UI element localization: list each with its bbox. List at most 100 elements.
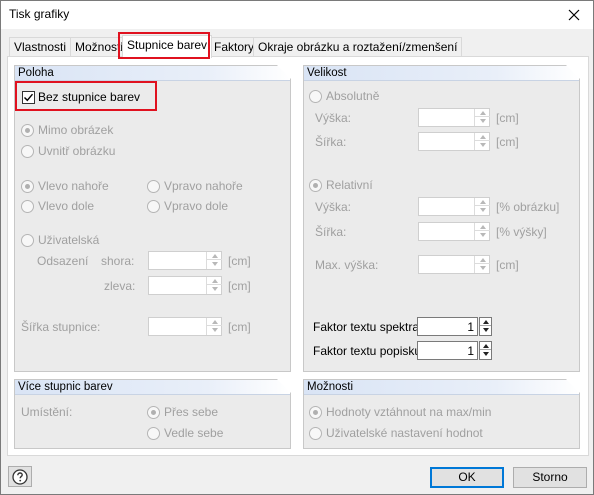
label-absolutne: Absolutně [326, 89, 380, 103]
scale-width-input[interactable] [148, 317, 222, 336]
radio-vlevo-nahore[interactable] [21, 180, 34, 193]
unit-pct-obrazku: [% obrázku] [496, 200, 560, 214]
label-sirka-stupnice: Šířka stupnice: [21, 320, 101, 334]
label-vlevo-nahore: Vlevo nahoře [38, 179, 109, 193]
ok-button[interactable]: OK [430, 467, 504, 488]
offset-top-spinner[interactable] [206, 252, 222, 269]
label-zleva: zleva: [104, 279, 136, 293]
label-mimo-obrazek: Mimo obrázek [38, 123, 114, 137]
radio-uzivatelska[interactable] [21, 234, 34, 247]
arrow-up-icon [479, 134, 486, 139]
label-vlevo-dole: Vlevo dole [38, 199, 95, 213]
radio-uvnitr-obrazku[interactable] [21, 145, 34, 158]
unit-max-vyska: [cm] [496, 258, 519, 272]
group-title: Možnosti [307, 381, 354, 393]
arrow-up-icon [479, 110, 486, 115]
radio-vpravo-nahore[interactable] [147, 180, 160, 193]
label-uvnitr-obrazku: Uvnitř obrázku [38, 144, 116, 158]
label-vpravo-dole: Vpravo dole [164, 199, 229, 213]
offset-left-input[interactable] [148, 276, 222, 295]
radio-mimo-obrazek[interactable] [21, 124, 34, 137]
no-color-scale-checkbox[interactable] [22, 91, 35, 104]
label-sirka-rel: Šířka: [315, 225, 347, 239]
label-faktor-spektra: Faktor textu spektra: [313, 320, 423, 334]
checkmark-icon [24, 93, 34, 102]
tab-okraje[interactable]: Okraje obrázku a roztažení/zmenšení [253, 37, 463, 57]
group-title: Poloha [18, 67, 54, 79]
spectrum-text-factor-input[interactable]: 1 [417, 317, 478, 336]
max-height-spinner[interactable] [474, 256, 490, 273]
tab-panel: Poloha Bez stupnice barev Mimo obrázek U… [7, 56, 589, 456]
label-sirka-abs: Šířka: [315, 135, 347, 149]
offset-left-spinner[interactable] [206, 277, 222, 294]
group-velikost: Velikost Absolutně Výška: [cm] Šířka: [c… [303, 65, 580, 372]
arrow-up-icon [482, 319, 489, 324]
label-vyska-abs: Výška: [315, 111, 352, 125]
group-poloha: Poloha Bez stupnice barev Mimo obrázek U… [14, 65, 291, 372]
arrow-down-icon [479, 119, 486, 123]
arrow-up-icon [211, 253, 218, 258]
arrow-down-icon [211, 328, 218, 332]
spectrum-text-factor-spinner[interactable] [479, 317, 492, 336]
label-odsazeni: Odsazení [37, 254, 89, 268]
max-height-input[interactable] [418, 255, 490, 274]
scale-width-spinner[interactable] [206, 318, 222, 335]
group-moznosti: Možnosti Hodnoty vztáhnout na max/min Už… [303, 379, 580, 449]
label-max-vyska: Max. výška: [315, 258, 379, 272]
arrow-down-icon [479, 233, 486, 237]
label-max-min: Hodnoty vztáhnout na max/min [326, 405, 492, 419]
rel-height-spinner[interactable] [474, 198, 490, 215]
radio-uziv-nastaveni[interactable] [309, 427, 322, 440]
group-vice-stupnic: Více stupnic barev Umístění: Přes sebe V… [14, 379, 291, 449]
spectrum-text-factor-value: 1 [467, 320, 474, 334]
arrow-down-icon [211, 262, 218, 266]
label-text-factor-spinner[interactable] [479, 341, 492, 360]
label-vyska-rel: Výška: [315, 200, 352, 214]
group-vice-header: Více stupnic barev [15, 379, 291, 395]
help-button[interactable] [8, 466, 32, 487]
arrow-down-icon [482, 328, 489, 332]
label-vedle-sebe: Vedle sebe [164, 426, 224, 440]
tab-strip: Vlastnosti Možnosti Stupnice barev Fakto… [7, 35, 587, 58]
dialog-footer: OK Storno [1, 459, 593, 494]
radio-max-min[interactable] [309, 406, 322, 419]
title-bar: Tisk grafiky [1, 1, 593, 29]
cancel-button[interactable]: Storno [513, 467, 587, 488]
tab-moznosti[interactable]: Možnosti [70, 37, 129, 57]
radio-vlevo-dole[interactable] [21, 200, 34, 213]
radio-absolutne[interactable] [309, 90, 322, 103]
group-velikost-header: Velikost [304, 65, 580, 81]
close-button[interactable] [559, 3, 589, 27]
arrow-up-icon [211, 319, 218, 324]
label-uzivatelska: Uživatelská [38, 233, 100, 247]
no-color-scale-label[interactable]: Bez stupnice barev [38, 90, 140, 104]
rel-width-input[interactable] [418, 222, 490, 241]
arrow-down-icon [479, 143, 486, 147]
rel-width-spinner[interactable] [474, 223, 490, 240]
radio-vedle-sebe[interactable] [147, 427, 160, 440]
abs-width-input[interactable] [418, 132, 490, 151]
tab-stupnice-barev[interactable]: Stupnice barev [122, 35, 213, 58]
rel-height-input[interactable] [418, 197, 490, 216]
unit-sirka-stupnice: [cm] [228, 320, 251, 334]
unit-sirka-abs: [cm] [496, 135, 519, 149]
label-shora: shora: [101, 254, 135, 268]
arrow-up-icon [482, 343, 489, 348]
label-text-factor-input[interactable]: 1 [417, 341, 478, 360]
radio-vpravo-dole[interactable] [147, 200, 160, 213]
arrow-down-icon [211, 287, 218, 291]
label-pres-sebe: Přes sebe [164, 405, 219, 419]
arrow-up-icon [211, 278, 218, 283]
group-poloha-header: Poloha [15, 65, 291, 81]
group-title: Velikost [307, 67, 347, 79]
abs-height-input[interactable] [418, 108, 490, 127]
abs-height-spinner[interactable] [474, 109, 490, 126]
radio-pres-sebe[interactable] [147, 406, 160, 419]
radio-relativni[interactable] [309, 179, 322, 192]
tab-vlastnosti[interactable]: Vlastnosti [9, 37, 72, 57]
tab-faktory[interactable]: Faktory [209, 37, 260, 57]
label-umisteni: Umístění: [21, 405, 73, 419]
abs-width-spinner[interactable] [474, 133, 490, 150]
window-title: Tisk grafiky [9, 7, 70, 21]
offset-top-input[interactable] [148, 251, 222, 270]
